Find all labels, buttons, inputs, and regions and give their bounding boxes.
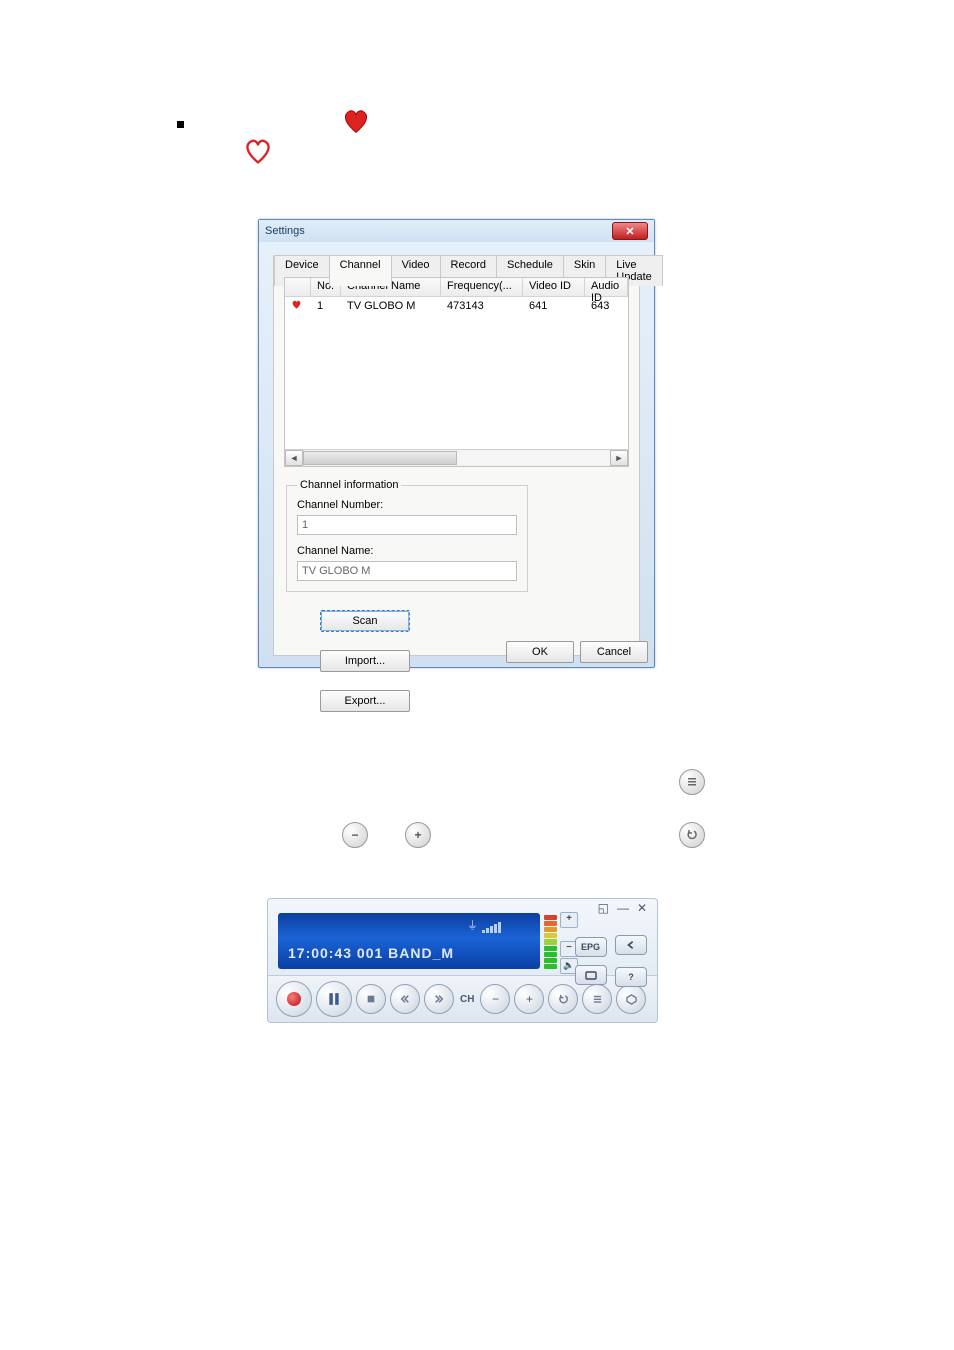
minus-icon[interactable]: − — [342, 822, 368, 848]
epg-button[interactable]: EPG — [575, 937, 607, 957]
pause-button[interactable] — [316, 981, 352, 1017]
channel-information-fieldset: Channel information Channel Number: Chan… — [286, 479, 528, 592]
back-pill-button[interactable] — [615, 935, 647, 955]
settings-titlebar[interactable]: Settings ✕ — [259, 220, 654, 242]
scan-button[interactable]: Scan — [320, 610, 410, 632]
stop-button[interactable] — [356, 984, 386, 1014]
close-icon[interactable]: ✕ — [612, 222, 648, 240]
channel-info-legend: Channel information — [297, 479, 401, 491]
channel-number-field[interactable] — [297, 515, 517, 535]
forward-button[interactable] — [424, 984, 454, 1014]
signal-icon — [482, 919, 512, 933]
scroll-right-icon[interactable]: ► — [610, 450, 628, 466]
channel-down-button[interactable]: − — [480, 984, 510, 1014]
heart-outline-icon — [243, 138, 273, 164]
heart-filled-icon — [341, 108, 371, 134]
bullet-favorite-channel — [177, 121, 184, 128]
channel-number-label: Channel Number: — [297, 499, 517, 511]
tab-channel[interactable]: Channel — [329, 255, 392, 286]
favorite-heart-icon — [291, 299, 302, 310]
plus-icon[interactable]: + — [405, 822, 431, 848]
player-display: ⏚ 17:00:43 001 BAND_M — [278, 913, 540, 969]
player-display-text: 17:00:43 001 BAND_M — [288, 945, 454, 961]
settings-dialog: Settings ✕ Device Channel Video Record S… — [258, 219, 655, 668]
channel-list-icon[interactable] — [679, 769, 705, 795]
ch-label: CH — [460, 994, 474, 1005]
scroll-left-icon[interactable]: ◄ — [285, 450, 303, 466]
channel-name-label: Channel Name: — [297, 545, 517, 557]
import-button[interactable]: Import... — [320, 650, 410, 672]
col-audio-id[interactable]: Audio ID — [585, 278, 628, 296]
record-button[interactable] — [276, 981, 312, 1017]
export-button[interactable]: Export... — [320, 690, 410, 712]
return-icon[interactable] — [679, 822, 705, 848]
table-row[interactable]: 1 TV GLOBO M 473143 641 643 — [285, 297, 628, 315]
cancel-button[interactable]: Cancel — [580, 641, 648, 663]
help-button[interactable]: ? — [615, 967, 647, 987]
player-control-panel: ◱ — ✕ ⏚ 17:00:43 001 BAND_M — [267, 898, 658, 1023]
antenna-icon: ⏚ — [467, 917, 478, 933]
scrollbar-thumb[interactable] — [303, 451, 457, 465]
col-video-id[interactable]: Video ID — [523, 278, 585, 296]
col-frequency[interactable]: Frequency(... — [441, 278, 523, 296]
horizontal-scrollbar[interactable]: ◄ ► — [285, 449, 628, 466]
settings-title: Settings — [265, 225, 305, 237]
screenshot-button[interactable] — [575, 965, 607, 985]
channel-name-field[interactable] — [297, 561, 517, 581]
channel-up-button[interactable]: + — [514, 984, 544, 1014]
channel-list[interactable]: No. Channel Name Frequency(... Video ID … — [284, 277, 629, 467]
rewind-button[interactable] — [390, 984, 420, 1014]
volume-meter — [544, 915, 557, 969]
ok-button[interactable]: OK — [506, 641, 574, 663]
